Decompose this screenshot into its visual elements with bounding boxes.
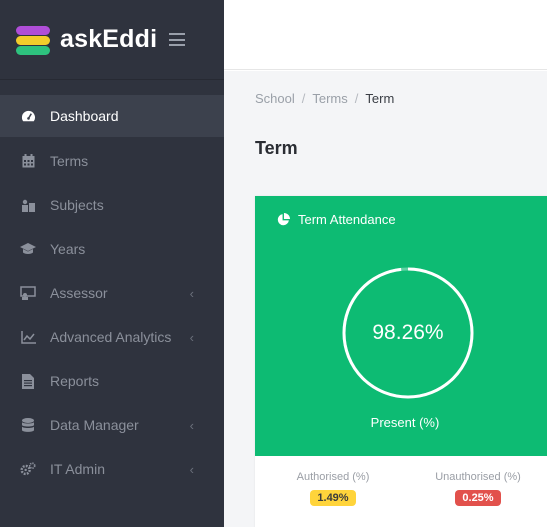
unauthorised-stat: Unauthorised (%) 0.25%	[423, 471, 533, 506]
authorised-stat: Authorised (%) 1.49%	[283, 471, 383, 506]
calendar-icon	[20, 153, 36, 169]
sidebar-item-label: Advanced Analytics	[50, 329, 172, 345]
breadcrumb: School / Terms / Term	[255, 91, 394, 106]
pie-chart-icon	[277, 213, 290, 226]
card-title: Term Attendance	[277, 212, 396, 227]
chevron-left-icon: ‹	[189, 329, 194, 345]
sidebar-item-label: Data Manager	[50, 417, 139, 433]
brand-logo-icon	[16, 23, 50, 57]
subjects-icon	[20, 197, 36, 213]
brand-name: askEddi	[60, 25, 158, 53]
card-title-text: Term Attendance	[298, 212, 396, 227]
term-attendance-card: Term Attendance 98.26% Present (%) Autho…	[255, 196, 547, 527]
present-label: Present (%)	[370, 415, 440, 430]
present-percentage: 98.26%	[372, 321, 444, 344]
breadcrumb-item-term: Term	[365, 91, 395, 106]
sidebar-item-label: Terms	[50, 153, 89, 169]
authorised-badge: 1.49%	[310, 490, 356, 506]
sidebar-item-label: Years	[50, 241, 86, 257]
unauthorised-label: Unauthorised (%)	[435, 471, 521, 483]
sidebar-item-subjects[interactable]: Subjects	[0, 183, 224, 227]
authorised-label: Authorised (%)	[296, 471, 370, 483]
hamburger-menu-icon[interactable]	[169, 33, 186, 46]
sidebar-item-data-manager[interactable]: Data Manager ‹	[0, 403, 224, 447]
dashboard-icon	[20, 108, 36, 124]
sidebar-item-years[interactable]: Years	[0, 227, 224, 271]
top-bar	[224, 0, 547, 70]
brand: askEddi	[0, 0, 224, 80]
sidebar-item-assessor[interactable]: Assessor ‹	[0, 271, 224, 315]
file-icon	[20, 373, 36, 389]
chevron-left-icon: ‹	[189, 285, 194, 301]
sidebar-item-it-admin[interactable]: IT Admin ‹	[0, 447, 224, 491]
cogs-icon	[20, 461, 36, 477]
sidebar-item-label: Dashboard	[50, 108, 119, 124]
sidebar-nav: Dashboard Terms Subjects Years Assessor	[0, 95, 224, 491]
sidebar: askEddi Dashboard Terms Subjects Years A…	[0, 0, 224, 527]
chart-icon	[20, 329, 36, 345]
assessor-icon	[20, 285, 36, 301]
sidebar-item-label: Reports	[50, 373, 100, 389]
database-icon	[20, 417, 36, 433]
unauthorised-badge: 0.25%	[455, 490, 501, 506]
breadcrumb-separator: /	[354, 91, 359, 106]
chevron-left-icon: ‹	[189, 461, 194, 477]
main-content: School / Terms / Term Term Term Attendance 9…	[224, 71, 547, 527]
attendance-panel: Term Attendance 98.26% Present (%)	[255, 196, 547, 456]
chevron-left-icon: ‹	[189, 417, 194, 433]
breadcrumb-item-school[interactable]: School	[255, 91, 295, 106]
sidebar-item-advanced-analytics[interactable]: Advanced Analytics ‹	[0, 315, 224, 359]
sidebar-item-terms[interactable]: Terms	[0, 139, 224, 183]
graduation-cap-icon	[20, 241, 36, 257]
sidebar-item-dashboard[interactable]: Dashboard	[0, 95, 224, 137]
breadcrumb-separator: /	[301, 91, 306, 106]
sidebar-item-label: IT Admin	[50, 461, 105, 477]
sidebar-item-label: Subjects	[50, 197, 104, 213]
page-title: Term	[255, 138, 298, 158]
breadcrumb-item-terms[interactable]: Terms	[312, 91, 347, 106]
sidebar-item-reports[interactable]: Reports	[0, 359, 224, 403]
sidebar-item-label: Assessor	[50, 285, 108, 301]
